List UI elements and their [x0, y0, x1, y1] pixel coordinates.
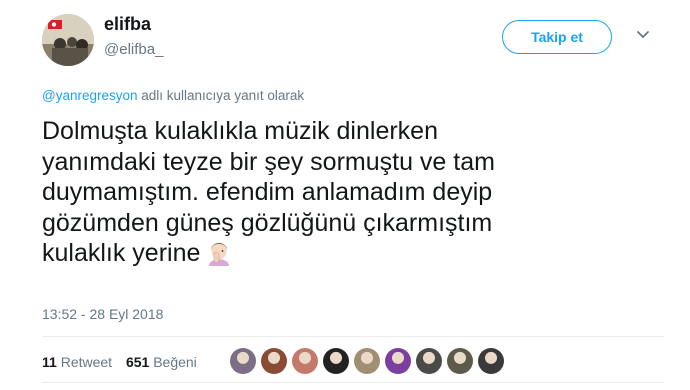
tweet-text-line: Dolmuşta kulaklıkla müzik dinlerken: [42, 117, 438, 145]
liker-avatar-8[interactable]: [447, 348, 473, 374]
like-count[interactable]: 651: [126, 354, 149, 370]
liker-avatar-4[interactable]: [323, 348, 349, 374]
face-palm-woman-icon: [209, 242, 230, 266]
liker-avatar-6[interactable]: [385, 348, 411, 374]
tweet-text-line: duymamıştım. efendim anlamadım deyip: [42, 178, 493, 206]
follow-button[interactable]: Takip et: [502, 20, 612, 54]
tweet-text-line: yanımdaki teyze bir şey sormuştu ve tam: [42, 147, 495, 176]
tweet-stats: 11 Retweet 651 Beğeni: [42, 354, 197, 370]
liker-avatar-5[interactable]: [354, 348, 380, 374]
liker-avatar-1[interactable]: [230, 348, 256, 374]
reply-mention-link[interactable]: @yanregresyon: [42, 88, 138, 103]
tweet-text-line: gözümden güneş gözlüğünü çıkarmıştım: [42, 208, 493, 237]
chevron-down-icon[interactable]: [636, 30, 650, 40]
tweet-timestamp[interactable]: 13:52 - 28 Eyl 2018: [42, 306, 163, 322]
tweet-text-line-last: kulaklık yerine: [42, 238, 662, 269]
liker-avatar-2[interactable]: [261, 348, 287, 374]
like-label[interactable]: Beğeni: [153, 354, 197, 370]
tweet-text: Dolmuşta kulaklıkla müzik dinlerken yanı…: [42, 116, 662, 269]
likers-avatar-list: [230, 348, 504, 374]
retweet-label[interactable]: Retweet: [61, 354, 112, 370]
liker-avatar-9[interactable]: [478, 348, 504, 374]
retweet-count[interactable]: 11: [42, 354, 57, 370]
reply-context-text: adlı kullanıcıya yanıt olarak: [137, 88, 305, 103]
liker-avatar-7[interactable]: [416, 348, 442, 374]
author-display-name[interactable]: elifba: [104, 14, 151, 35]
author-avatar[interactable]: [42, 14, 94, 66]
divider: [42, 336, 664, 337]
reply-context: @yanregresyon adlı kullanıcıya yanıt ola…: [42, 88, 304, 103]
divider: [42, 382, 664, 383]
tweet-text-line: kulaklık yerine: [42, 239, 201, 267]
liker-avatar-3[interactable]: [292, 348, 318, 374]
author-handle[interactable]: @elifba_: [104, 41, 163, 58]
